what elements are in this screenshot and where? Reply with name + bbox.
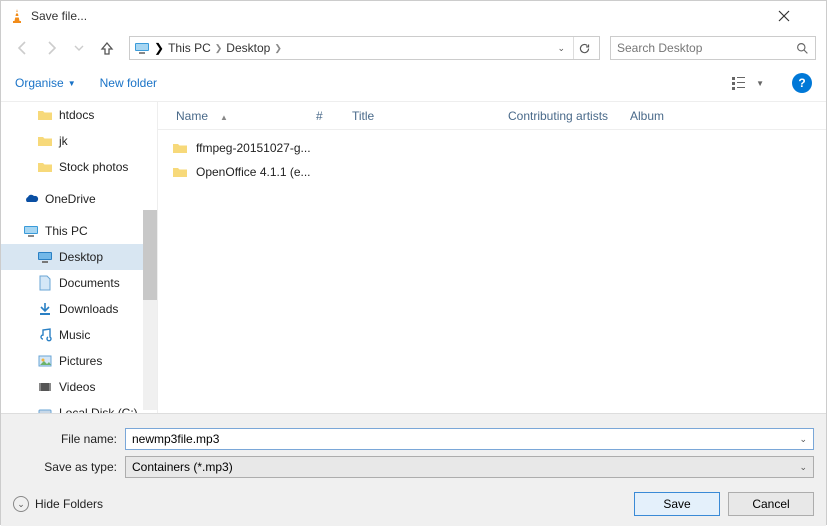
bottom-panel: File name: newmp3file.mp3 ⌄ Save as type…	[1, 413, 826, 526]
folder-icon	[37, 159, 53, 175]
forward-button[interactable]	[39, 36, 63, 60]
new-folder-button[interactable]: New folder	[100, 76, 157, 90]
back-button[interactable]	[11, 36, 35, 60]
file-name: OpenOffice 4.1.1 (e...	[196, 165, 311, 179]
pc-icon	[23, 223, 39, 239]
column-album[interactable]: Album	[622, 109, 672, 123]
document-icon	[37, 275, 53, 291]
search-placeholder: Search Desktop	[617, 41, 796, 55]
search-icon	[796, 42, 809, 55]
download-icon	[37, 301, 53, 317]
picture-icon	[37, 353, 53, 369]
window-title: Save file...	[31, 9, 778, 23]
close-button[interactable]	[778, 10, 818, 22]
pc-icon	[134, 40, 150, 56]
column-contributing-artists[interactable]: Contributing artists	[500, 109, 622, 123]
tree-item-jk[interactable]: jk	[1, 128, 157, 154]
address-dropdown[interactable]: ⌄	[553, 43, 569, 54]
tree-item-this-pc[interactable]: This PC	[1, 218, 157, 244]
tree-item-stock-photos[interactable]: Stock photos	[1, 154, 157, 180]
help-button[interactable]: ?	[792, 73, 812, 93]
navigation-bar: ❯ This PC ❯ Desktop ❯ ⌄ Search Desktop	[1, 31, 826, 65]
main-area: htdocs jk Stock photos OneDrive This PC …	[1, 101, 826, 413]
title-bar: Save file...	[1, 1, 826, 31]
folder-icon	[37, 107, 53, 123]
tree-item-videos[interactable]: Videos	[1, 374, 157, 400]
tree-item-pictures[interactable]: Pictures	[1, 348, 157, 374]
sort-ascending-icon: ▲	[208, 113, 228, 122]
file-name: ffmpeg-20151027-g...	[196, 141, 311, 155]
folder-icon	[172, 140, 188, 156]
organise-menu[interactable]: Organise ▼	[15, 76, 76, 90]
column-title[interactable]: Title	[344, 109, 500, 123]
breadcrumb: This PC ❯ Desktop ❯	[168, 41, 549, 55]
tree-scrollbar-thumb[interactable]	[143, 210, 157, 300]
disk-icon	[37, 405, 53, 413]
file-list: ffmpeg-20151027-g... OpenOffice 4.1.1 (e…	[158, 130, 826, 190]
tree-item-downloads[interactable]: Downloads	[1, 296, 157, 322]
saveastype-label: Save as type:	[13, 460, 125, 474]
file-pane: Name▲ # Title Contributing artists Album…	[157, 102, 826, 413]
filename-label: File name:	[13, 432, 125, 446]
refresh-button[interactable]	[573, 37, 595, 59]
toolbar: Organise ▼ New folder ▼ ?	[1, 65, 826, 101]
chevron-down-icon: ⌄	[13, 496, 29, 512]
chevron-down-icon[interactable]: ⌄	[799, 434, 807, 445]
chevron-right-icon: ❯	[154, 41, 164, 55]
filename-input[interactable]: newmp3file.mp3 ⌄	[125, 428, 814, 450]
search-input[interactable]: Search Desktop	[610, 36, 816, 60]
breadcrumb-path[interactable]: Desktop	[226, 41, 270, 55]
list-item[interactable]: OpenOffice 4.1.1 (e...	[158, 160, 826, 184]
column-headers: Name▲ # Title Contributing artists Album	[158, 102, 826, 130]
saveastype-row: Save as type: Containers (*.mp3) ⌄	[13, 456, 814, 478]
tree-item-documents[interactable]: Documents	[1, 270, 157, 296]
music-icon	[37, 327, 53, 343]
column-name[interactable]: Name▲	[168, 109, 308, 123]
breadcrumb-root[interactable]: This PC	[168, 41, 211, 55]
tree-item-local-disk[interactable]: Local Disk (C:)	[1, 400, 157, 413]
up-button[interactable]	[95, 36, 119, 60]
tree-item-music[interactable]: Music	[1, 322, 157, 348]
recent-dropdown[interactable]	[67, 36, 91, 60]
tree-item-onedrive[interactable]: OneDrive	[1, 186, 157, 212]
folder-icon	[172, 164, 188, 180]
tree-item-desktop[interactable]: Desktop	[1, 244, 157, 270]
cancel-button[interactable]: Cancel	[728, 492, 814, 516]
folder-icon	[37, 133, 53, 149]
desktop-icon	[37, 249, 53, 265]
filename-row: File name: newmp3file.mp3 ⌄	[13, 428, 814, 450]
cloud-icon	[23, 191, 39, 207]
view-options[interactable]: ▼	[728, 74, 768, 92]
save-button[interactable]: Save	[634, 492, 720, 516]
chevron-down-icon: ▼	[756, 79, 764, 88]
button-row: ⌄ Hide Folders Save Cancel	[13, 492, 814, 516]
hide-folders-toggle[interactable]: ⌄ Hide Folders	[13, 496, 103, 512]
chevron-right-icon: ❯	[213, 43, 225, 54]
saveastype-select[interactable]: Containers (*.mp3) ⌄	[125, 456, 814, 478]
tree-item-htdocs[interactable]: htdocs	[1, 102, 157, 128]
video-icon	[37, 379, 53, 395]
folder-tree: htdocs jk Stock photos OneDrive This PC …	[1, 102, 157, 413]
chevron-down-icon: ▼	[68, 79, 76, 88]
address-bar[interactable]: ❯ This PC ❯ Desktop ❯ ⌄	[129, 36, 600, 60]
chevron-right-icon: ❯	[272, 43, 284, 54]
column-number[interactable]: #	[308, 109, 344, 123]
list-item[interactable]: ffmpeg-20151027-g...	[158, 136, 826, 160]
chevron-down-icon: ⌄	[799, 462, 807, 473]
vlc-cone-icon	[9, 8, 25, 24]
